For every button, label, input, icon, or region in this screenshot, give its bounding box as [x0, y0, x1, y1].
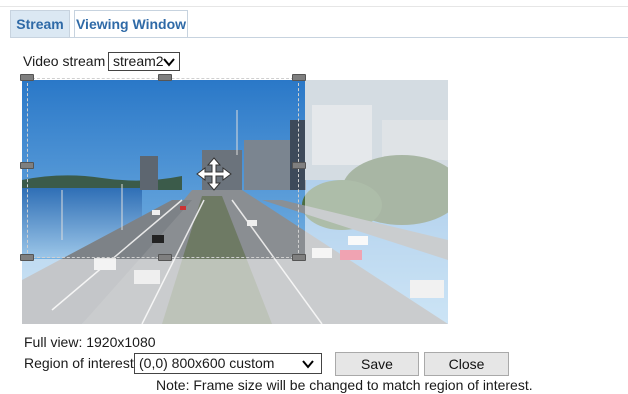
- roi-handle-bottom-right[interactable]: [292, 254, 306, 261]
- top-divider: [0, 6, 628, 7]
- tab-underline: [10, 37, 628, 38]
- move-arrows-icon[interactable]: [196, 157, 232, 191]
- roi-handle-top-right[interactable]: [292, 74, 306, 81]
- video-stream-label: Video stream :: [23, 53, 114, 69]
- video-stream-value: stream2: [113, 53, 164, 69]
- note-text: Note: Frame size will be changed to matc…: [156, 377, 533, 393]
- roi-handle-bottom-left[interactable]: [20, 254, 34, 261]
- chevron-down-icon: [163, 58, 175, 67]
- chevron-down-icon: [302, 360, 314, 369]
- roi-handle-middle-right[interactable]: [292, 162, 306, 169]
- save-button[interactable]: Save: [335, 352, 419, 376]
- roi-frame[interactable]: [27, 78, 299, 258]
- full-view-text: Full view: 1920x1080: [24, 334, 156, 350]
- tab-viewing-window[interactable]: Viewing Window: [74, 10, 188, 38]
- roi-handle-middle-left[interactable]: [20, 162, 34, 169]
- outside-roi-shade-right: [305, 80, 448, 324]
- roi-handle-top-middle[interactable]: [158, 74, 172, 81]
- roi-handle-top-left[interactable]: [20, 74, 34, 81]
- region-of-interest-label: Region of interest :: [24, 355, 142, 371]
- roi-handle-bottom-middle[interactable]: [158, 254, 172, 261]
- outside-roi-shade-bottom: [22, 259, 305, 324]
- region-of-interest-value: (0,0) 800x600 custom: [139, 355, 275, 371]
- close-button[interactable]: Close: [424, 352, 509, 376]
- tab-stream[interactable]: Stream: [10, 10, 70, 38]
- region-of-interest-select[interactable]: (0,0) 800x600 custom: [134, 353, 322, 374]
- video-stream-select[interactable]: stream2: [108, 52, 180, 71]
